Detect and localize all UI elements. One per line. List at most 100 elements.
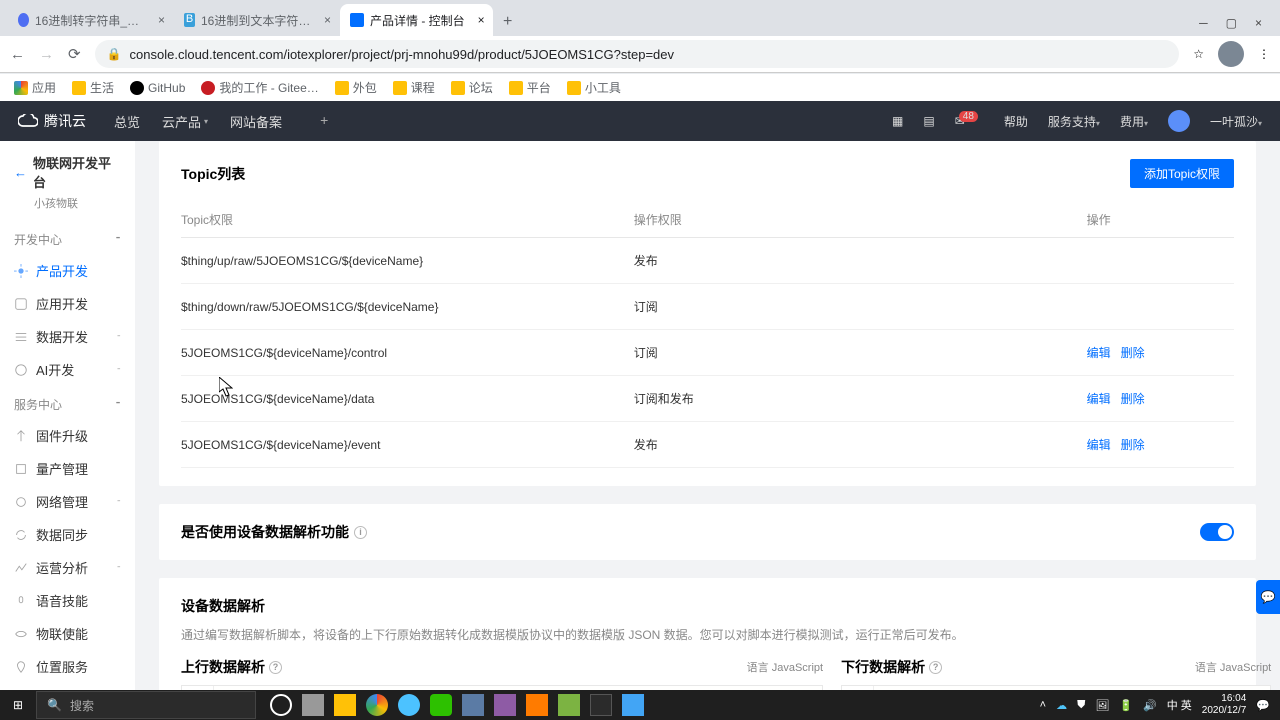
- info-icon[interactable]: ?: [269, 661, 282, 674]
- sidebar-item-enable[interactable]: 物联使能: [0, 617, 135, 650]
- sidebar-item-app-dev[interactable]: 应用开发: [0, 287, 135, 320]
- delete-link[interactable]: 删除: [1121, 438, 1145, 452]
- cortana-icon[interactable]: [266, 690, 296, 720]
- star-icon[interactable]: ☆: [1193, 47, 1204, 61]
- nav-overview[interactable]: 总览: [114, 112, 140, 131]
- back-icon[interactable]: ←: [14, 165, 27, 180]
- add-topic-button[interactable]: 添加Topic权限: [1130, 159, 1234, 188]
- bookmark-item[interactable]: GitHub: [130, 81, 185, 95]
- wechat-icon[interactable]: [426, 690, 456, 720]
- edit-link[interactable]: 编辑: [1087, 346, 1111, 360]
- parse-toggle-switch[interactable]: [1200, 523, 1234, 541]
- th-ops: 操作: [1087, 202, 1234, 238]
- doc-icon[interactable]: ▤: [923, 114, 934, 128]
- bookmark-item[interactable]: 我的工作 - Gitee…: [201, 79, 318, 96]
- up-code-title: 上行数据解析?: [181, 657, 282, 677]
- apps-button[interactable]: 应用: [14, 79, 56, 96]
- tab-title: 16进制转字符串_百度搜索: [35, 12, 145, 29]
- bookmark-item[interactable]: 论坛: [451, 79, 493, 96]
- nav-help[interactable]: 帮助: [1004, 113, 1028, 130]
- back-icon[interactable]: ←: [10, 46, 25, 63]
- info-icon[interactable]: i: [354, 526, 367, 539]
- delete-link[interactable]: 删除: [1121, 392, 1145, 406]
- nav-cost[interactable]: 费用: [1120, 113, 1148, 130]
- app-icon[interactable]: [394, 690, 424, 720]
- tray-icon[interactable]: 🔊: [1143, 699, 1157, 712]
- user-avatar[interactable]: [1168, 110, 1190, 132]
- maximize-icon[interactable]: ▢: [1226, 16, 1237, 30]
- taskview-icon[interactable]: [298, 690, 328, 720]
- bookmark-item[interactable]: 平台: [509, 79, 551, 96]
- sidebar-item-mass[interactable]: 量产管理: [0, 452, 135, 485]
- reload-icon[interactable]: ⟳: [68, 45, 81, 63]
- app-icon[interactable]: [554, 690, 584, 720]
- browser-tab[interactable]: 产品详情 - 控制台 ×: [340, 4, 493, 36]
- sidebar-section: 服务中心⁃: [0, 386, 135, 419]
- app-icon[interactable]: [522, 690, 552, 720]
- new-tab-button[interactable]: +: [494, 8, 522, 36]
- app-icon[interactable]: [458, 690, 488, 720]
- close-icon[interactable]: ×: [324, 13, 331, 27]
- delete-link[interactable]: 删除: [1121, 346, 1145, 360]
- nav-user[interactable]: 一叶孤沙: [1210, 113, 1262, 130]
- close-icon[interactable]: ×: [158, 13, 165, 27]
- sidebar-item-sync[interactable]: 数据同步: [0, 518, 135, 551]
- minimize-icon[interactable]: ─: [1199, 16, 1208, 30]
- nav-add-icon[interactable]: +: [320, 112, 328, 131]
- sidebar-item-location[interactable]: 位置服务: [0, 650, 135, 683]
- browser-tab[interactable]: B 16进制到文本字符串的转换，16… ×: [174, 4, 339, 36]
- bookmark-item[interactable]: 生活: [72, 79, 114, 96]
- table-row: $thing/down/raw/5JOEOMS1CG/${deviceName}…: [181, 284, 1234, 330]
- chrome-icon[interactable]: [362, 690, 392, 720]
- taskbar-search[interactable]: 🔍 搜索: [36, 691, 256, 719]
- browser-tab[interactable]: 16进制转字符串_百度搜索 ×: [8, 4, 173, 36]
- bookmark-item[interactable]: 外包: [335, 79, 377, 96]
- tray-icon[interactable]: ⛊: [1077, 699, 1085, 712]
- sidebar-item-ai-dev[interactable]: AI开发⁃: [0, 353, 135, 386]
- tray-icon[interactable]: ☁: [1056, 699, 1067, 712]
- explorer-icon[interactable]: [330, 690, 360, 720]
- sidebar-title[interactable]: ← 物联网开发平台: [0, 153, 135, 191]
- nav-support[interactable]: 服务支持: [1048, 113, 1100, 130]
- close-icon[interactable]: ×: [478, 13, 485, 27]
- chat-button[interactable]: 💬: [1256, 580, 1280, 614]
- tray-icon[interactable]: 🖼: [1095, 699, 1109, 712]
- search-icon: 🔍: [47, 698, 62, 712]
- edit-link[interactable]: 编辑: [1087, 392, 1111, 406]
- start-button[interactable]: ⊞: [0, 698, 36, 712]
- tray-clock[interactable]: 16:04 2020/12/7: [1202, 693, 1247, 717]
- lock-icon: 🔒: [107, 47, 122, 61]
- sidebar-item-firmware[interactable]: 固件升级: [0, 419, 135, 452]
- info-icon[interactable]: ?: [929, 661, 942, 674]
- edit-link[interactable]: 编辑: [1087, 438, 1111, 452]
- search-placeholder: 搜索: [70, 697, 94, 714]
- parse-toggle-label: 是否使用设备数据解析功能 i: [181, 522, 367, 542]
- sidebar-item-data-dev[interactable]: 数据开发⁃: [0, 320, 135, 353]
- app-icon[interactable]: [618, 690, 648, 720]
- app-icon[interactable]: [490, 690, 520, 720]
- bookmark-item[interactable]: 小工具: [567, 79, 621, 96]
- nav-beian[interactable]: 网站备案: [230, 112, 282, 131]
- nav-products[interactable]: 云产品: [162, 112, 208, 131]
- close-window-icon[interactable]: ×: [1255, 16, 1262, 30]
- toolbox-icon[interactable]: ▦: [892, 114, 903, 128]
- bookmark-item[interactable]: 课程: [393, 79, 435, 96]
- menu-icon[interactable]: ⋮: [1258, 47, 1270, 61]
- sidebar-item-network[interactable]: 网络管理⁃: [0, 485, 135, 518]
- profile-avatar[interactable]: [1218, 41, 1244, 67]
- sidebar-item-ops[interactable]: 运营分析⁃: [0, 551, 135, 584]
- address-bar[interactable]: 🔒 console.cloud.tencent.com/iotexplorer/…: [95, 40, 1180, 68]
- app-icon[interactable]: [586, 690, 616, 720]
- sidebar-item-voice[interactable]: 语音技能: [0, 584, 135, 617]
- brand-logo[interactable]: 腾讯云: [18, 111, 86, 131]
- taskbar: ⊞ 🔍 搜索 ˄ ☁ ⛊ 🖼 🔋 🔊 中 英 16:04 2020/12/7 💬: [0, 690, 1280, 720]
- tray-icon[interactable]: 🔋: [1119, 699, 1133, 712]
- mail-icon[interactable]: ✉48: [955, 114, 984, 128]
- sidebar-item-product-dev[interactable]: 产品开发: [0, 254, 135, 287]
- notifications-icon[interactable]: 💬: [1256, 699, 1270, 712]
- tray-up-icon[interactable]: ˄: [1040, 699, 1046, 711]
- forward-icon[interactable]: →: [39, 46, 54, 63]
- down-code-title: 下行数据解析?: [841, 657, 942, 677]
- tab-title: 产品详情 - 控制台: [370, 12, 465, 29]
- tray-ime[interactable]: 中 英: [1167, 697, 1192, 713]
